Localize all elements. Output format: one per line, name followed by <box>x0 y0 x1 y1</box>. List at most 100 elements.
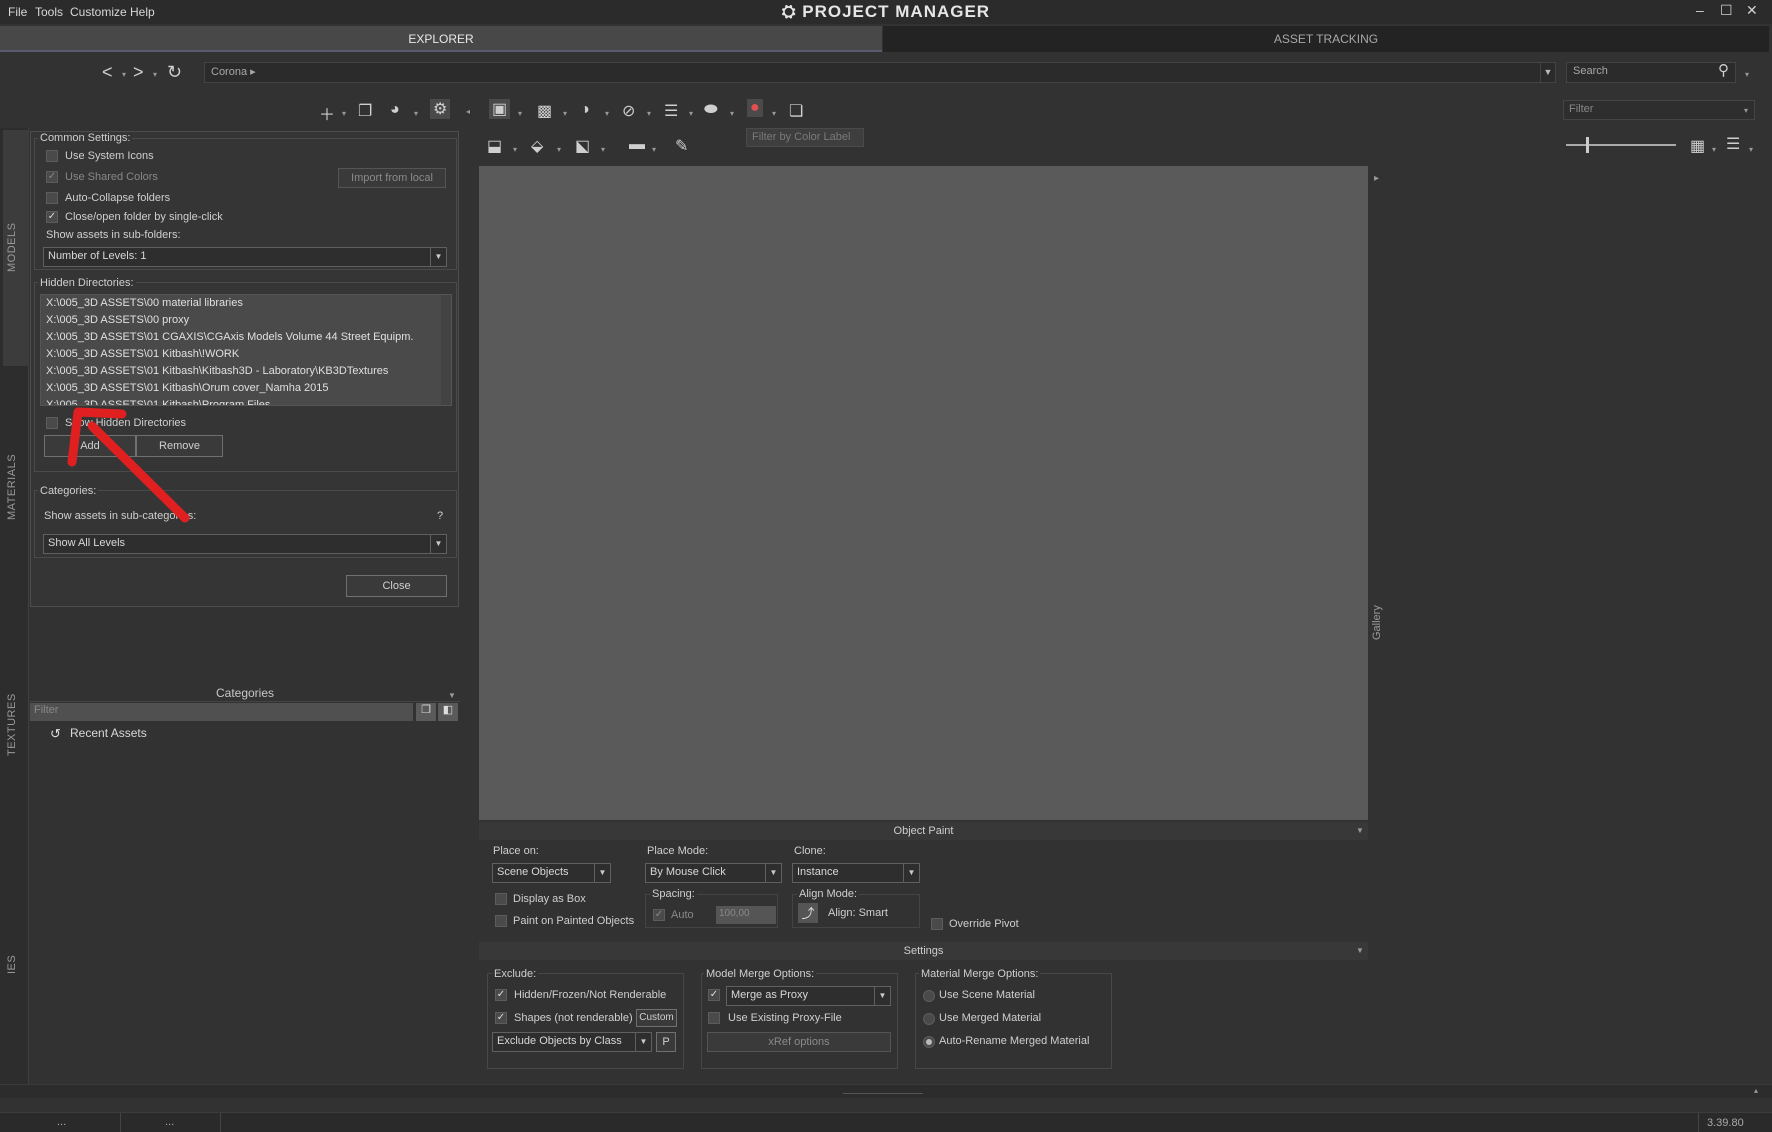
clone-select[interactable]: Instance ▼ <box>792 863 920 883</box>
exclude-by-class-select[interactable]: Exclude Objects by Class ▼ <box>492 1032 652 1052</box>
zoom-slider-track[interactable] <box>1566 144 1676 146</box>
merge-as-proxy-select[interactable]: Merge as Proxy ▼ <box>726 986 891 1006</box>
place-mode-select[interactable]: By Mouse Click ▼ <box>645 863 782 883</box>
use-existing-proxy-checkbox[interactable] <box>708 1012 720 1024</box>
categories-paste-icon[interactable]: ◧ <box>438 703 458 721</box>
number-badge-dropdown-icon[interactable]: ▾ <box>563 109 567 118</box>
minimize-icon[interactable]: – <box>1696 2 1704 18</box>
categories-copy-icon[interactable]: ❐ <box>416 703 436 721</box>
hide-dropdown-icon[interactable]: ▾ <box>647 109 651 118</box>
grid-view-dropdown-icon[interactable]: ▾ <box>1712 145 1716 154</box>
scroll-grip[interactable] <box>843 1093 923 1094</box>
override-pivot-checkbox[interactable] <box>931 918 943 930</box>
sort-dropdown-icon[interactable]: ▾ <box>1749 145 1753 154</box>
subfolder-levels-select[interactable]: Number of Levels: 1 ▼ <box>43 247 447 267</box>
list-dropdown-icon[interactable]: ▾ <box>689 109 693 118</box>
close-window-icon[interactable]: ✕ <box>1746 2 1758 19</box>
vertical-tab-materials[interactable]: MATERIALS <box>6 454 18 520</box>
collapse-left-icon[interactable]: ◂ <box>466 107 470 116</box>
sphere-dropdown-icon[interactable]: ▾ <box>414 109 418 118</box>
vertical-tab-ies[interactable]: IES <box>6 955 18 974</box>
edit-icon[interactable]: ✎ <box>675 136 688 156</box>
number-badge-icon[interactable]: ▩ <box>537 101 552 121</box>
help-question-icon[interactable]: ? <box>437 510 443 522</box>
back-icon[interactable]: < <box>102 62 113 83</box>
xref-model-dropdown-icon[interactable]: ▾ <box>601 145 605 154</box>
use-shared-colors-checkbox[interactable]: ✓ <box>46 171 58 183</box>
p-button[interactable]: P <box>656 1032 676 1052</box>
object-paint-collapse-icon[interactable]: ▼ <box>1356 826 1364 835</box>
spacing-input[interactable]: 100,00 <box>716 906 776 924</box>
merge-as-proxy-checkbox[interactable]: ✓ <box>708 989 720 1001</box>
asset-viewport[interactable] <box>479 166 1368 820</box>
categories-filter-input[interactable]: Filter <box>30 703 413 721</box>
shapes-checkbox[interactable]: ✓ <box>495 1012 507 1024</box>
recent-assets-item[interactable]: Recent Assets <box>70 726 147 740</box>
hide-eye-icon[interactable]: ⊘ <box>622 101 635 121</box>
close-settings-button[interactable]: Close <box>346 575 447 597</box>
folder-icon[interactable]: ▬ <box>629 136 645 154</box>
display-as-box-checkbox[interactable] <box>495 893 507 905</box>
import-from-local-button[interactable]: Import from local <box>338 168 446 188</box>
list-item[interactable]: X:\005_3D ASSETS\00 proxy <box>41 312 413 329</box>
custom-button[interactable]: Custom <box>636 1009 677 1027</box>
tab-explorer[interactable]: EXPLORER <box>0 26 882 52</box>
horizontal-scrollbar[interactable] <box>0 1084 1772 1098</box>
address-bar[interactable]: Corona ▸ <box>204 62 1544 83</box>
forward-dropdown-icon[interactable]: ▾ <box>153 70 157 79</box>
settings-gear-icon[interactable]: ⚙ <box>430 99 451 119</box>
subcategory-levels-select[interactable]: Show All Levels ▼ <box>43 534 447 554</box>
place-on-select[interactable]: Scene Objects ▼ <box>492 863 611 883</box>
use-merged-material-radio[interactable] <box>923 1013 935 1025</box>
refresh-icon[interactable]: ↻ <box>167 62 182 83</box>
address-dropdown-icon[interactable]: ▼ <box>1540 62 1556 83</box>
sort-icon[interactable]: ☰ <box>1726 134 1740 154</box>
scroll-up-icon[interactable]: ▴ <box>1754 1086 1758 1095</box>
merge-model-dropdown-icon[interactable]: ▾ <box>557 145 561 154</box>
view-mode-icon[interactable]: ▣ <box>489 99 511 119</box>
expand-right-icon[interactable]: ▸ <box>1374 173 1379 184</box>
xref-options-button[interactable]: xRef options <box>707 1032 891 1052</box>
forward-icon[interactable]: > <box>133 62 144 83</box>
search-input[interactable]: Search <box>1566 62 1736 83</box>
spacing-auto-checkbox[interactable]: ✓ <box>653 909 665 921</box>
grid-view-icon[interactable]: ▦ <box>1690 136 1705 156</box>
show-hidden-checkbox[interactable] <box>46 417 58 429</box>
close-open-folder-checkbox[interactable]: ✓ <box>46 211 58 223</box>
hidden-directories-list[interactable]: X:\005_3D ASSETS\00 material libraries X… <box>40 294 452 406</box>
import-model-icon[interactable]: ⬓ <box>487 136 502 156</box>
search-dropdown-icon[interactable]: ▾ <box>1745 70 1749 79</box>
tag-icon[interactable]: ⬬ <box>704 101 718 119</box>
list-item[interactable]: X:\005_3D ASSETS\01 CGAXIS\CGAxis Models… <box>41 329 413 346</box>
vertical-tab-models[interactable]: MODELS <box>6 223 18 272</box>
import-model-dropdown-icon[interactable]: ▾ <box>513 145 517 154</box>
search-icon[interactable]: ⚲ <box>1718 61 1729 79</box>
sphere-icon[interactable]: ◕ <box>390 101 400 119</box>
tag-dropdown-icon[interactable]: ▾ <box>730 109 734 118</box>
paint-on-painted-checkbox[interactable] <box>495 915 507 927</box>
xref-model-icon[interactable]: ⬕ <box>575 136 590 156</box>
tab-asset-tracking[interactable]: ASSET TRACKING <box>883 26 1769 52</box>
list-view-icon[interactable]: ☰ <box>664 101 678 121</box>
list-item[interactable]: X:\005_3D ASSETS\01 Kitbash\Kitbash3D - … <box>41 363 413 380</box>
render-dropdown-icon[interactable]: ▾ <box>605 109 609 118</box>
zoom-slider-handle[interactable] <box>1586 137 1589 153</box>
render-sphere-icon[interactable]: ◑ <box>580 101 590 119</box>
settings-collapse-icon[interactable]: ▼ <box>1356 946 1364 955</box>
hidden-frozen-checkbox[interactable]: ✓ <box>495 989 507 1001</box>
list-item[interactable]: X:\005_3D ASSETS\01 Kitbash\Orum cover_N… <box>41 380 413 397</box>
view-mode-dropdown-icon[interactable]: ▾ <box>518 109 522 118</box>
add-dropdown-icon[interactable]: ▾ <box>342 109 346 118</box>
auto-rename-radio[interactable] <box>923 1036 935 1048</box>
right-filter-input[interactable]: Filter <box>1563 100 1755 120</box>
merge-model-icon[interactable]: ⬙ <box>531 136 543 156</box>
vertical-tab-textures[interactable]: TEXTURES <box>6 693 18 756</box>
list-item[interactable]: X:\005_3D ASSETS\00 material libraries <box>41 295 413 312</box>
auto-collapse-checkbox[interactable] <box>46 192 58 204</box>
add-icon[interactable]: ＋ <box>319 101 335 125</box>
maximize-icon[interactable]: ☐ <box>1720 2 1733 19</box>
hidden-list-scrollbar[interactable] <box>441 295 451 405</box>
use-scene-material-radio[interactable] <box>923 990 935 1002</box>
window-icon[interactable]: ❐ <box>358 101 372 121</box>
back-dropdown-icon[interactable]: ▾ <box>122 70 126 79</box>
